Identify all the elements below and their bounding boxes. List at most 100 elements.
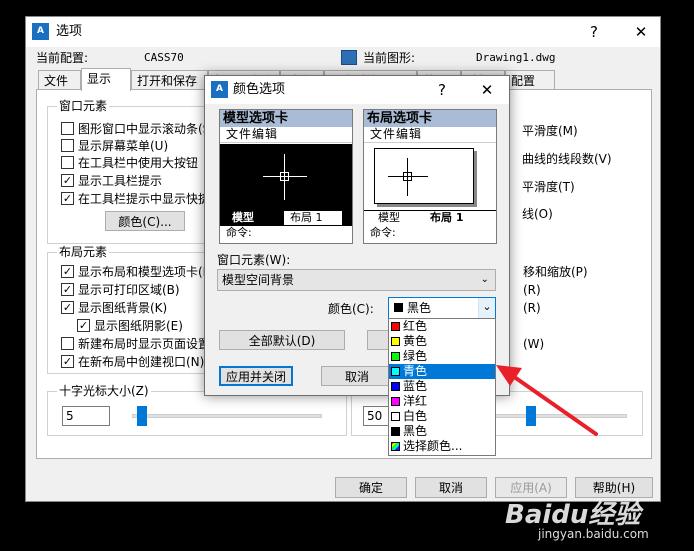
layout-tabs-checkbox[interactable]: ✓ — [61, 265, 74, 278]
color-dialog-close-icon[interactable]: ✕ — [472, 75, 502, 105]
red-swatch-icon — [391, 322, 400, 331]
color-dialog-title: 颜色选项 — [233, 82, 286, 97]
color-wheel-icon — [391, 442, 400, 451]
color-option-select-color[interactable]: 选择颜色... — [389, 439, 495, 454]
layout-preview-header: 布局选项卡 — [364, 110, 496, 127]
color-option-magenta[interactable]: 洋红 — [389, 394, 495, 409]
tab-profiles[interactable]: 配置 — [505, 70, 555, 91]
right-option-label-r2: (R) — [523, 301, 541, 315]
current-drawing-value: Drawing1.dwg — [476, 51, 556, 64]
layout-preview-menu: 文件编辑 — [364, 127, 496, 143]
crosshair-size-title: 十字光标大小(Z) — [57, 384, 151, 398]
color-option-label: 黑色 — [403, 424, 428, 438]
tab-display[interactable]: 显示 — [81, 68, 131, 91]
layout-preview-tab-model: 模型 — [378, 211, 400, 224]
model-pickbox — [280, 172, 289, 181]
large-buttons-checkbox[interactable] — [61, 156, 74, 169]
window-elements-title: 窗口元素 — [57, 99, 110, 113]
black-swatch-icon — [391, 427, 400, 436]
layout-tab-preview[interactable]: 布局选项卡 文件编辑 模型 布局 1 命令: — [363, 109, 497, 244]
white-swatch-icon — [391, 412, 400, 421]
options-title: 选项 — [56, 24, 83, 39]
crosshair-size-slider-track[interactable] — [132, 414, 322, 418]
restore-all-button[interactable]: 全部默认(D) — [219, 330, 345, 350]
color-dropdown-list[interactable]: 红色 黄色 绿色 青色 蓝色 洋红 白色 黑色 选择颜色... — [388, 318, 496, 456]
printable-area-label: 显示可打印区域(B) — [78, 283, 180, 297]
model-preview-tab-model: 模型 — [232, 211, 254, 224]
pan-zoom-label: 移和缩放(P) — [523, 265, 588, 279]
tooltips-label: 显示工具栏提示 — [78, 174, 163, 188]
color-option-black[interactable]: 黑色 — [389, 424, 495, 439]
color-option-cyan[interactable]: 青色 — [389, 364, 495, 379]
screen-menu-label: 显示屏幕菜单(U) — [78, 139, 169, 153]
layout-preview-tab-layout: 布局 1 — [430, 211, 464, 224]
page-setup-label: 新建布局时显示页面设置 — [78, 337, 211, 351]
shortcut-keys-label: 在工具栏提示中显示快捷 — [78, 192, 211, 206]
color-option-white[interactable]: 白色 — [389, 409, 495, 424]
model-tab-preview[interactable]: 模型选项卡 文件编辑 模型 布局 1 命令: — [219, 109, 353, 244]
window-element-select-value: 模型空间背景 — [222, 273, 295, 287]
printable-area-checkbox[interactable]: ✓ — [61, 283, 74, 296]
layout-preview-tab-bar: 模型 布局 1 — [364, 210, 496, 226]
baidu-jingyan-watermark: Baidu经验 — [505, 500, 641, 530]
tab-open-save[interactable]: 打开和保存 — [131, 70, 208, 91]
crosshair-size-slider-thumb[interactable] — [137, 406, 147, 426]
model-preview-header: 模型选项卡 — [220, 110, 352, 127]
screen-menu-checkbox[interactable] — [61, 139, 74, 152]
close-icon[interactable]: ✕ — [626, 17, 656, 47]
color-option-label: 绿色 — [403, 349, 428, 363]
options-titlebar[interactable]: A 选项 ? ✕ — [26, 17, 660, 47]
color-select[interactable]: 黑色 ⌄ — [388, 297, 496, 319]
color-dialog-help-icon[interactable]: ? — [427, 75, 457, 105]
layout-space-background — [364, 144, 496, 210]
shortcut-keys-checkbox[interactable]: ✓ — [61, 192, 74, 205]
color-label: 颜色(C): — [328, 302, 374, 316]
polyline-segments-label: 曲线的线段数(V) — [522, 152, 612, 166]
color-option-label: 红色 — [403, 319, 428, 333]
color-option-label: 青色 — [403, 364, 428, 378]
model-preview-tab-bar: 模型 布局 1 — [220, 210, 352, 226]
ok-button[interactable]: 确定 — [335, 477, 407, 498]
tab-files[interactable]: 文件 — [38, 70, 81, 91]
color-dialog-titlebar[interactable]: A 颜色选项 ? ✕ — [205, 76, 509, 104]
scrollbars-label: 图形窗口中显示滚动条(S) — [78, 122, 215, 136]
model-preview-tab-layout: 布局 1 — [284, 211, 342, 225]
help-icon[interactable]: ? — [579, 17, 609, 47]
color-option-label: 洋红 — [403, 394, 428, 408]
cancel-button[interactable]: 取消 — [415, 477, 487, 498]
apply-and-close-button[interactable]: 应用并关闭 — [219, 366, 293, 386]
annotation-arrow-icon — [496, 365, 598, 436]
color-option-blue[interactable]: 蓝色 — [389, 379, 495, 394]
color-option-red[interactable]: 红色 — [389, 319, 495, 334]
window-element-select[interactable]: 模型空间背景 ⌄ — [217, 269, 496, 291]
paper-shadow-checkbox[interactable]: ✓ — [77, 319, 90, 332]
tooltips-checkbox[interactable]: ✓ — [61, 174, 74, 187]
color-option-label: 蓝色 — [403, 379, 428, 393]
color-select-swatch — [394, 303, 403, 312]
chevron-down-icon: ⌄ — [480, 274, 489, 285]
green-swatch-icon — [391, 352, 400, 361]
paper-shadow-label: 显示图纸阴影(E) — [94, 319, 183, 333]
color-dialog-app-icon: A — [211, 81, 228, 98]
create-viewport-checkbox[interactable]: ✓ — [61, 355, 74, 368]
scrollbars-checkbox[interactable] — [61, 122, 74, 135]
layout-preview-command: 命令: — [370, 226, 396, 239]
color-option-yellow[interactable]: 黄色 — [389, 334, 495, 349]
colors-button[interactable]: 颜色(C)... — [105, 211, 185, 231]
color-select-value: 黑色 — [407, 301, 432, 315]
crosshair-size-input[interactable]: 5 — [62, 406, 110, 426]
paper-background-checkbox[interactable]: ✓ — [61, 301, 74, 314]
color-cancel-button[interactable]: 取消 — [321, 366, 393, 386]
model-space-background — [220, 144, 352, 210]
arc-smoothness-label: 平滑度(M) — [522, 124, 578, 138]
color-select-chevron-icon[interactable]: ⌄ — [478, 298, 495, 318]
page-setup-checkbox[interactable] — [61, 337, 74, 350]
rendered-smoothness-label: 平滑度(T) — [522, 180, 575, 194]
color-option-label: 选择颜色... — [403, 439, 463, 453]
watermark-url: jingyan.baidu.com — [538, 527, 649, 541]
large-buttons-label: 在工具栏中使用大按钮 — [78, 156, 199, 170]
color-option-green[interactable]: 绿色 — [389, 349, 495, 364]
magenta-swatch-icon — [391, 397, 400, 406]
right-option-label-w: (W) — [523, 337, 545, 351]
layout-tabs-label: 显示布局和模型选项卡(L) — [78, 265, 215, 279]
